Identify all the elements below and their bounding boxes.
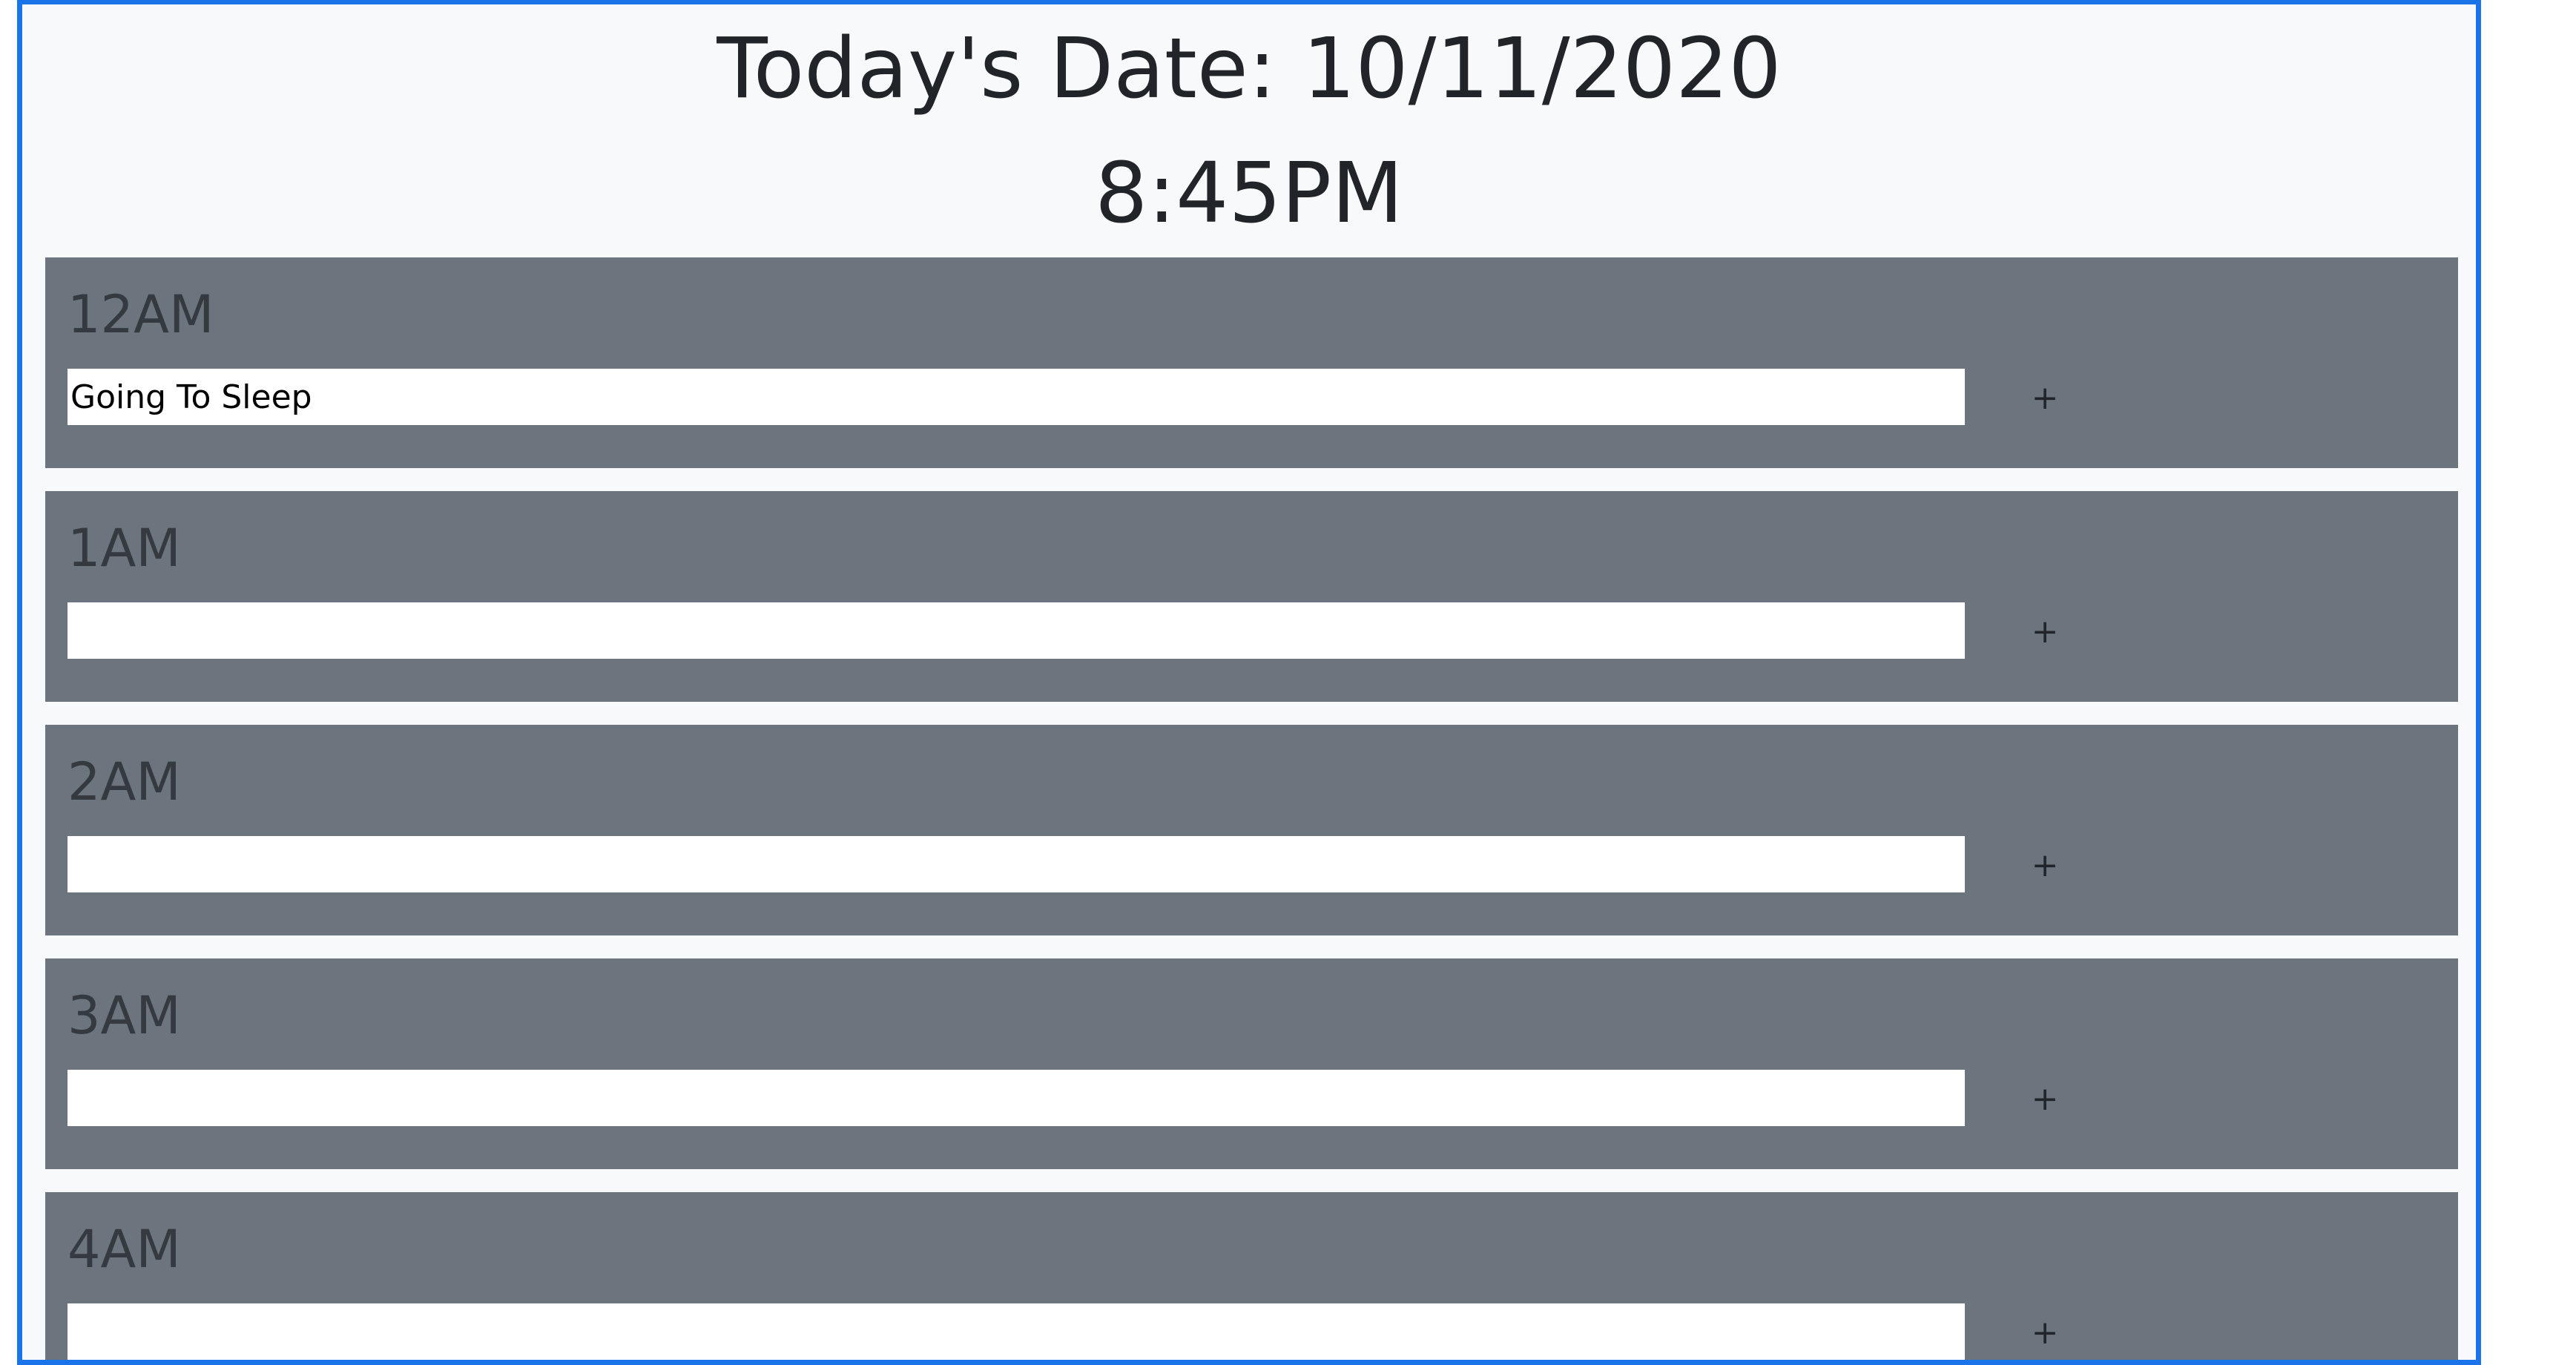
hour-block-12am: 12AM + [45,257,2458,468]
add-task-button-3am[interactable]: + [2023,1077,2067,1122]
hour-block-4am: 4AM + [45,1192,2458,1360]
hour-label: 12AM [67,284,214,345]
planner-frame: Today's Date: 10/11/2020 8:45PM 12AM + 1… [17,0,2481,1365]
current-time: 8:45PM [1095,145,1403,242]
task-input-2am[interactable] [67,836,1965,892]
hour-label: 4AM [67,1219,181,1280]
task-input-12am[interactable] [67,369,1965,425]
hour-label: 2AM [67,751,181,812]
task-input-1am[interactable] [67,602,1965,659]
current-date: Today's Date: 10/11/2020 [717,21,1782,117]
hour-block-3am: 3AM + [45,958,2458,1169]
add-task-button-4am[interactable]: + [2023,1311,2067,1355]
task-input-4am[interactable] [67,1303,1965,1360]
add-task-button-12am[interactable]: + [2023,376,2067,421]
hour-block-2am: 2AM + [45,725,2458,935]
hour-block-1am: 1AM + [45,491,2458,702]
add-task-button-2am[interactable]: + [2023,843,2067,888]
task-input-3am[interactable] [67,1070,1965,1126]
hour-label: 3AM [67,985,181,1046]
hour-label: 1AM [67,518,181,579]
add-task-button-1am[interactable]: + [2023,610,2067,654]
